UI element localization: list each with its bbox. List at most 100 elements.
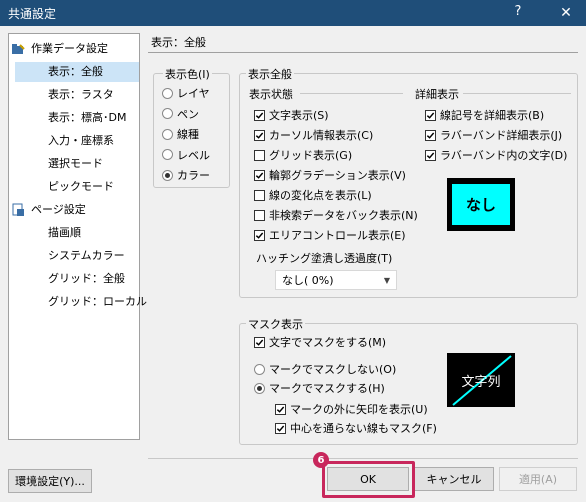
tree-item[interactable]: 表示：ラスタ (15, 85, 139, 105)
text-mask-checkbox[interactable]: 文字でマスクをする(M) (254, 333, 386, 351)
title-bar: 共通設定 ? ✕ (0, 0, 586, 26)
display-color-option-label: ペン (177, 107, 199, 121)
close-button[interactable]: ✕ (546, 0, 586, 26)
mask-preview: 文字列 (447, 353, 515, 407)
tree-item[interactable]: グリッド：ローカル (15, 292, 147, 312)
checkbox[interactable] (425, 129, 436, 141)
tree-item[interactable]: グリッド：全般 (15, 269, 139, 289)
checkbox[interactable] (254, 149, 265, 161)
window-title: 共通設定 (8, 6, 57, 21)
display-color-option[interactable]: カラー (162, 166, 210, 184)
display-state-checkbox[interactable]: 線の変化点を表示(L) (254, 186, 372, 204)
display-state-label: 表示状態 (249, 88, 293, 101)
checkbox[interactable] (425, 109, 436, 121)
radio-button[interactable] (162, 87, 173, 99)
tree-item-label: 表示：全般 (48, 65, 103, 78)
display-color-option[interactable]: ペン (162, 105, 199, 123)
apply-button[interactable]: 適用(A) (499, 467, 577, 491)
radio-button[interactable] (254, 363, 265, 375)
display-color-option[interactable]: レベル (162, 146, 210, 164)
checkbox[interactable] (254, 129, 265, 141)
tree-item[interactable]: ページ設定 (11, 200, 137, 220)
detail-display-divider (463, 93, 571, 94)
page-title: 表示：全般 (151, 36, 206, 49)
display-state-checkbox[interactable]: グリッド表示(G) (254, 146, 352, 164)
mark-mask-option-checkbox-label: 中心を通らない線もマスク(F) (290, 422, 437, 435)
display-color-option-label: レベル (177, 148, 210, 162)
display-state-checkbox[interactable]: エリアコントロール表示(E) (254, 226, 406, 244)
detail-display-checkbox[interactable]: ラバーバンド内の文字(D) (425, 146, 567, 164)
tree-item-label: 作業データ設定 (31, 42, 108, 55)
detail-display-label: 詳細表示 (415, 88, 459, 101)
tree-item[interactable]: 表示：標高･DM (15, 108, 139, 128)
radio-button[interactable] (162, 149, 173, 160)
tree-item-label: 入力・座標系 (48, 134, 114, 147)
display-color-label: 表示色(I) (163, 66, 212, 82)
mark-mask-option-checkbox[interactable]: 中心を通らない線もマスク(F) (275, 419, 437, 437)
page-settings-icon (11, 203, 25, 217)
checkbox[interactable] (254, 229, 265, 241)
display-state-checkbox[interactable]: 文字表示(S) (254, 106, 329, 124)
tree-item-label: 選択モード (48, 157, 103, 170)
checkbox[interactable] (254, 189, 265, 201)
tree-item[interactable]: 選択モード (15, 154, 139, 174)
ok-highlight-frame (322, 461, 415, 498)
step-badge: 6 (313, 452, 329, 468)
display-state-checkbox[interactable]: カーソル情報表示(C) (254, 126, 373, 144)
radio-button[interactable] (254, 382, 265, 394)
line-preview-fill: なし (452, 184, 510, 225)
mark-mask-radio[interactable]: マークでマスクする(H) (254, 379, 385, 397)
mark-mask-radio[interactable]: マークでマスクしない(O) (254, 360, 396, 378)
display-state-checkbox[interactable]: 非検索データをバック表示(N) (254, 206, 418, 224)
chevron-down-icon: ▼ (383, 275, 391, 285)
detail-display-checkbox-label: ラバーバンド詳細表示(J) (440, 129, 563, 142)
footer-divider (148, 458, 578, 459)
line-preview: なし (447, 178, 515, 231)
radio-button[interactable] (162, 128, 173, 140)
checkbox[interactable] (254, 336, 265, 348)
help-button[interactable]: ? (508, 4, 528, 19)
mark-mask-radio-label: マークでマスクしない(O) (269, 363, 397, 376)
display-color-option-label: カラー (177, 169, 210, 182)
checkbox[interactable] (254, 169, 265, 181)
checkbox[interactable] (425, 149, 436, 161)
detail-display-checkbox-label: ラバーバンド内の文字(D) (440, 149, 568, 162)
detail-display-checkbox-label: 線記号を詳細表示(B) (440, 109, 545, 122)
mask-preview-text: 文字列 (461, 374, 501, 390)
hatch-transparency-label: ハッチング塗潰し透過度(T) (256, 252, 393, 265)
text-mask-checkbox-label: 文字でマスクをする(M) (269, 336, 387, 349)
tree-item[interactable]: 入力・座標系 (15, 131, 139, 151)
settings-tree[interactable]: 作業データ設定表示：全般表示：ラスタ 表示：標高･DM 入力・座標系 選択モードピック… (8, 33, 147, 440)
display-color-option-label: レイヤ (177, 87, 210, 100)
radio-button[interactable] (162, 169, 173, 181)
display-state-checkbox-label: カーソル情報表示(C) (269, 129, 374, 142)
checkbox[interactable] (275, 403, 286, 415)
checkbox[interactable] (254, 209, 265, 221)
radio-button[interactable] (162, 108, 173, 119)
tree-item[interactable]: 描画順 (15, 223, 139, 243)
tree-item[interactable]: 作業データ設定 (11, 39, 137, 59)
display-state-checkbox-label: 輪郭グラデーション表示(V) (269, 169, 406, 182)
hatch-transparency-select[interactable]: なし( 0%) ▼ (275, 270, 397, 290)
detail-display-checkbox[interactable]: 線記号を詳細表示(B) (425, 106, 544, 124)
tree-item-label: システムカラー (48, 249, 125, 262)
cancel-button[interactable]: キャンセル (414, 467, 494, 491)
display-general-label: 表示全般 (246, 66, 294, 82)
environment-settings-button[interactable]: 環境設定(Y)... (8, 469, 92, 493)
detail-display-checkbox[interactable]: ラバーバンド詳細表示(J) (425, 126, 562, 144)
checkbox[interactable] (275, 422, 286, 434)
display-state-checkbox-label: 非検索データをバック表示(N) (269, 209, 418, 222)
mark-mask-option-checkbox[interactable]: マークの外に矢印を表示(U) (275, 400, 428, 418)
mark-mask-option-checkbox-label: マークの外に矢印を表示(U) (290, 403, 428, 416)
display-color-option-label: 線種 (177, 128, 199, 141)
display-color-option[interactable]: 線種 (162, 125, 199, 143)
display-color-option[interactable]: レイヤ (162, 84, 210, 102)
tree-item[interactable]: ピックモード (15, 177, 139, 197)
mask-display-label: マスク表示 (246, 316, 305, 332)
checkbox[interactable] (254, 109, 265, 121)
tree-item[interactable]: システムカラー (15, 246, 139, 266)
display-state-checkbox[interactable]: 輪郭グラデーション表示(V) (254, 166, 406, 184)
display-state-checkbox-label: グリッド表示(G) (269, 149, 353, 162)
section-divider (148, 52, 578, 53)
tree-item[interactable]: 表示：全般 (15, 62, 139, 82)
